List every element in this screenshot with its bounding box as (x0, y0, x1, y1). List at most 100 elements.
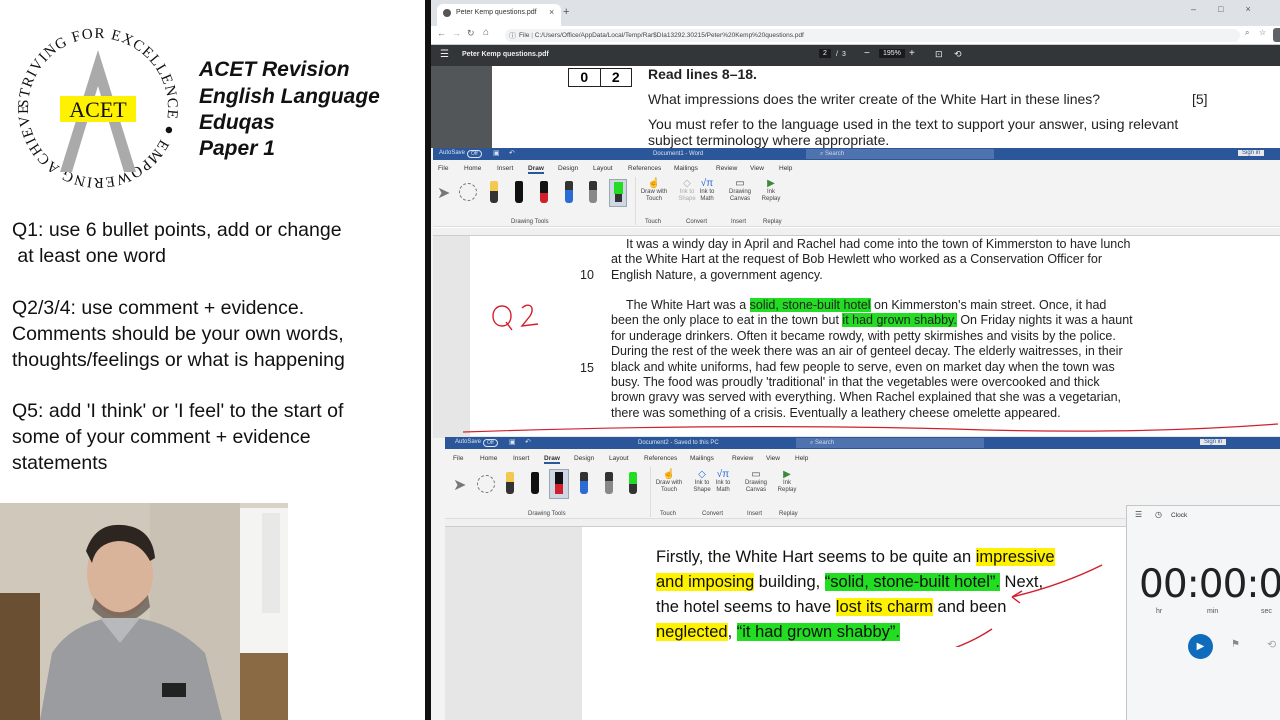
ink-replay-button[interactable]: ▶ Ink Replay (777, 470, 797, 494)
profile-icon[interactable] (1273, 28, 1280, 42)
word1-doc-title: Document1 - Word (653, 151, 704, 157)
window-controls-icon[interactable]: –□× (1191, 4, 1273, 14)
autosave-toggle[interactable]: Off (483, 439, 498, 447)
tab-draw[interactable]: Draw (528, 165, 544, 174)
webcam-feed (0, 503, 288, 720)
pen-blue-icon[interactable] (565, 181, 573, 203)
tab-home[interactable]: Home (464, 165, 481, 172)
group-insert: Insert (747, 511, 763, 517)
autosave-label: AutoSave (455, 439, 482, 445)
pen-yellow-icon[interactable] (490, 181, 498, 203)
ink-to-math-button[interactable]: √π Ink to Math (697, 179, 717, 203)
tab-insert[interactable]: Insert (513, 455, 529, 462)
word2-search[interactable]: ⌕ Search (796, 438, 984, 448)
ink-to-shape-button[interactable]: ◇ Ink to Shape (677, 179, 697, 203)
title-line-2: English Language (199, 85, 380, 108)
highlighter-selected[interactable] (609, 179, 627, 207)
zoom-icon[interactable]: ⌕ (1245, 28, 1249, 38)
tab-file[interactable]: File (438, 165, 448, 172)
tab-draw[interactable]: Draw (544, 455, 560, 464)
word1-ruler[interactable] (433, 228, 1280, 236)
undo-icon[interactable]: ↶ (525, 438, 531, 446)
tab-review[interactable]: Review (716, 165, 737, 172)
pen-black-icon[interactable] (531, 472, 539, 494)
url-prefix: File (519, 32, 530, 39)
pdf-heading: Read lines 8–18. (648, 66, 757, 82)
ink-to-shape-button[interactable]: ◇ Ink to Shape (692, 470, 712, 494)
tab-references[interactable]: References (644, 455, 677, 462)
reset-icon[interactable]: ⟲ (1267, 638, 1276, 651)
clock-icon: ◷ (1155, 510, 1162, 519)
word1-search[interactable]: ⌕ Search (806, 149, 994, 159)
forward-icon[interactable]: → (452, 28, 461, 38)
pen-red-icon[interactable] (540, 181, 548, 203)
play-button[interactable]: ▶ (1188, 634, 1213, 659)
save-icon[interactable]: ▣ (493, 149, 500, 157)
tab-view[interactable]: View (766, 455, 780, 462)
back-icon[interactable]: ← (437, 28, 446, 38)
draw-with-touch-button[interactable]: ☝ Draw with Touch (639, 179, 669, 203)
tab-home[interactable]: Home (480, 455, 497, 462)
flag-icon[interactable]: ⚑ (1231, 639, 1240, 650)
word1-page[interactable]: 10 15 It was a windy day in April and Ra… (470, 236, 1280, 436)
pdf-file-name: Peter Kemp questions.pdf (462, 51, 549, 58)
tab-layout[interactable]: Layout (609, 455, 629, 462)
pen-grey-icon[interactable] (605, 472, 613, 494)
tab-layout[interactable]: Layout (593, 165, 613, 172)
acet-logo: STRIVING FOR EXCELLENCE ● EMPOWERING ACH… (12, 22, 181, 191)
tab-mailings[interactable]: Mailings (674, 165, 698, 172)
close-icon[interactable]: × (549, 7, 554, 17)
page-total: 3 (842, 51, 846, 58)
star-icon[interactable]: ☆ (1259, 28, 1266, 37)
highlighter-green-icon[interactable] (629, 472, 637, 494)
new-tab-icon[interactable]: + (563, 6, 569, 18)
zoom-in-icon[interactable]: + (909, 48, 915, 59)
fit-page-icon[interactable]: ⊡ (935, 49, 943, 60)
tab-file[interactable]: File (453, 455, 463, 462)
draw-with-touch-button[interactable]: ☝ Draw with Touch (654, 470, 684, 494)
word1-signin-button[interactable]: Sign in (1238, 150, 1265, 156)
pen-yellow-icon[interactable] (506, 472, 514, 494)
tab-insert[interactable]: Insert (497, 165, 513, 172)
drawing-canvas-button[interactable]: ▭ Drawing Canvas (743, 470, 769, 494)
pen-grey-icon[interactable] (589, 181, 597, 203)
drawing-canvas-button[interactable]: ▭ Drawing Canvas (727, 179, 753, 203)
select-arrow-icon[interactable]: ➤ (437, 183, 450, 203)
pdf-toolbar: ☰ Peter Kemp questions.pdf 2 / 3 − 195% … (431, 45, 1280, 66)
tab-mailings[interactable]: Mailings (690, 455, 714, 462)
tab-design[interactable]: Design (558, 165, 578, 172)
rotate-icon[interactable]: ⟲ (954, 49, 962, 60)
zoom-out-icon[interactable]: − (864, 48, 870, 59)
lasso-icon[interactable] (459, 183, 477, 201)
undo-icon[interactable]: ↶ (509, 149, 515, 157)
menu-icon[interactable]: ☰ (440, 49, 449, 60)
reload-icon[interactable]: ↻ (467, 28, 475, 39)
save-icon[interactable]: ▣ (509, 438, 516, 446)
ink-to-math-button[interactable]: √π Ink to Math (713, 470, 733, 494)
pen-blue-icon[interactable] (580, 472, 588, 494)
select-arrow-icon[interactable]: ➤ (453, 475, 466, 495)
zoom-field[interactable]: 195% (879, 49, 905, 58)
tab-view[interactable]: View (750, 165, 764, 172)
ink-replay-button[interactable]: ▶ Ink Replay (761, 179, 781, 203)
tab-design[interactable]: Design (574, 455, 594, 462)
tab-title: Peter Kemp questions.pdf (456, 9, 537, 16)
autosave-toggle[interactable]: Off (467, 150, 482, 158)
pen-black-icon[interactable] (515, 181, 523, 203)
group-drawing-tools: Drawing Tools (511, 219, 549, 225)
tab-review[interactable]: Review (732, 455, 753, 462)
home-icon[interactable]: ⌂ (483, 27, 489, 38)
tab-help[interactable]: Help (795, 455, 808, 462)
hamburger-icon[interactable]: ☰ (1135, 510, 1142, 519)
word2-signin-button[interactable]: Sign in (1200, 439, 1227, 445)
page-number-field[interactable]: 2 (819, 49, 831, 58)
pen-red-selected[interactable] (549, 469, 569, 499)
file-icon: ⓘ (509, 33, 516, 40)
tab-help[interactable]: Help (779, 165, 792, 172)
browser-tab-pdf[interactable]: Peter Kemp questions.pdf × (437, 4, 561, 26)
url-field[interactable]: ⓘ File | C:/Users/Office/AppData/Local/T… (505, 29, 1240, 42)
word2-title-bar: AutoSave Off ▣ ↶ Document2 - Saved to th… (445, 437, 1280, 449)
title-line-1: ACET Revision (199, 58, 350, 81)
tab-references[interactable]: References (628, 165, 661, 172)
lasso-icon[interactable] (477, 475, 495, 493)
